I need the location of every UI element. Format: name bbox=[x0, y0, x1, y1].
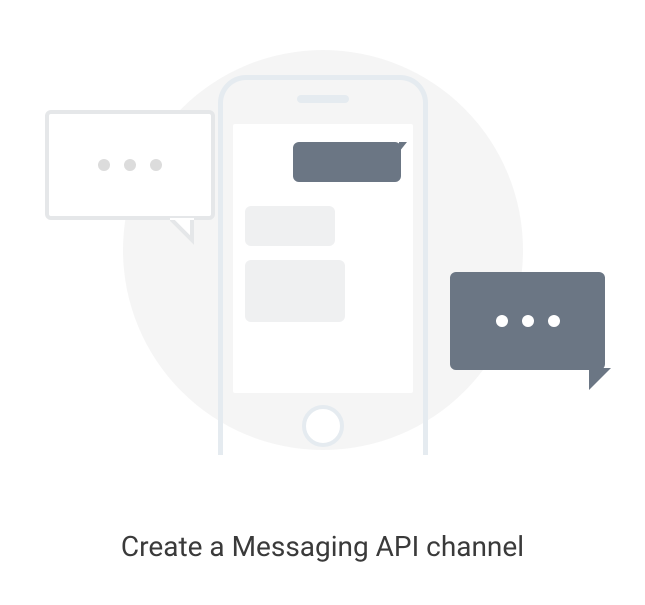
dot-icon bbox=[98, 159, 110, 171]
chat-bubble-received bbox=[245, 206, 335, 246]
dot-icon bbox=[522, 315, 534, 327]
dot-icon bbox=[496, 315, 508, 327]
phone-home-button bbox=[302, 405, 344, 447]
phone-screen bbox=[233, 124, 413, 393]
chat-bubble-received bbox=[245, 260, 345, 322]
speech-bubble-outline-icon bbox=[45, 110, 215, 220]
card-title: Create a Messaging API channel bbox=[0, 530, 645, 563]
speech-bubble-filled-icon bbox=[450, 272, 605, 370]
dot-icon bbox=[124, 159, 136, 171]
chat-bubble-sent bbox=[293, 142, 401, 182]
phone-icon bbox=[218, 75, 428, 455]
dot-icon bbox=[548, 315, 560, 327]
dot-icon bbox=[150, 159, 162, 171]
messaging-api-illustration bbox=[0, 0, 645, 490]
phone-speaker bbox=[297, 95, 349, 103]
